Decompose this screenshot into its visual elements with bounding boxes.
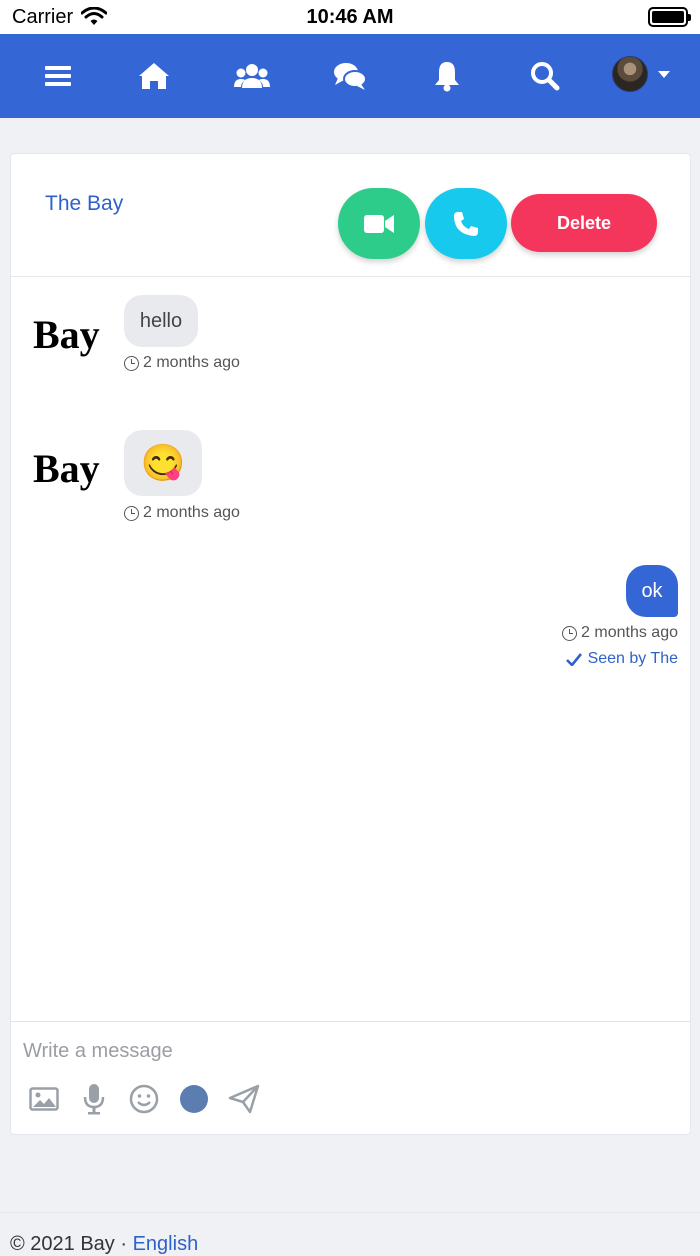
wifi-icon	[81, 7, 108, 25]
bell-icon[interactable]	[427, 56, 467, 96]
phone-icon	[454, 211, 478, 236]
clock-icon	[124, 505, 139, 521]
chat-title[interactable]: The Bay	[45, 192, 123, 216]
clock-icon	[562, 625, 578, 641]
color-icon[interactable]	[177, 1082, 211, 1116]
microphone-icon[interactable]	[77, 1082, 111, 1116]
smiley-icon[interactable]	[127, 1082, 161, 1116]
message-bubble-outgoing: ok	[626, 565, 678, 617]
message-input[interactable]	[23, 1036, 673, 1066]
search-icon[interactable]	[525, 56, 565, 96]
language-link[interactable]: English	[133, 1233, 199, 1255]
message-timestamp: 2 months ago	[562, 624, 678, 642]
image-icon[interactable]	[27, 1082, 61, 1116]
chevron-down-icon	[658, 70, 670, 78]
message-timestamp: 2 months ago	[124, 354, 240, 372]
voice-call-button[interactable]	[425, 188, 507, 259]
profile-menu[interactable]	[612, 56, 670, 92]
avatar[interactable]	[612, 56, 648, 92]
sender-name: Bay	[33, 446, 100, 491]
sender-name: Bay	[33, 312, 100, 357]
chat-card: The Bay Delete Bay hello 2 months ago Ba…	[10, 153, 691, 1135]
check-icon	[565, 652, 582, 666]
message-timestamp: 2 months ago	[124, 504, 240, 522]
video-icon	[364, 214, 394, 233]
seen-indicator: Seen by The	[565, 650, 678, 668]
menu-icon[interactable]	[38, 56, 78, 96]
battery-icon	[648, 7, 691, 27]
send-icon[interactable]	[227, 1082, 261, 1116]
top-navbar	[0, 34, 700, 118]
video-call-button[interactable]	[338, 188, 420, 259]
delete-button[interactable]: Delete	[511, 194, 657, 252]
clock-icon	[124, 355, 139, 371]
chat-icon[interactable]	[330, 56, 370, 96]
chat-header: The Bay Delete	[11, 154, 690, 277]
status-bar: Carrier 10:46 AM	[0, 0, 700, 34]
footer: © 2021 Bay · English	[0, 1212, 700, 1255]
carrier-area: Carrier	[12, 5, 108, 29]
copyright-text: © 2021 Bay	[10, 1233, 115, 1255]
message-composer	[11, 1021, 690, 1135]
message-bubble: hello	[124, 295, 198, 347]
home-icon[interactable]	[134, 56, 174, 96]
message-bubble-emoji: 😋	[124, 430, 202, 496]
users-icon[interactable]	[232, 56, 272, 96]
carrier-label: Carrier	[12, 5, 74, 28]
